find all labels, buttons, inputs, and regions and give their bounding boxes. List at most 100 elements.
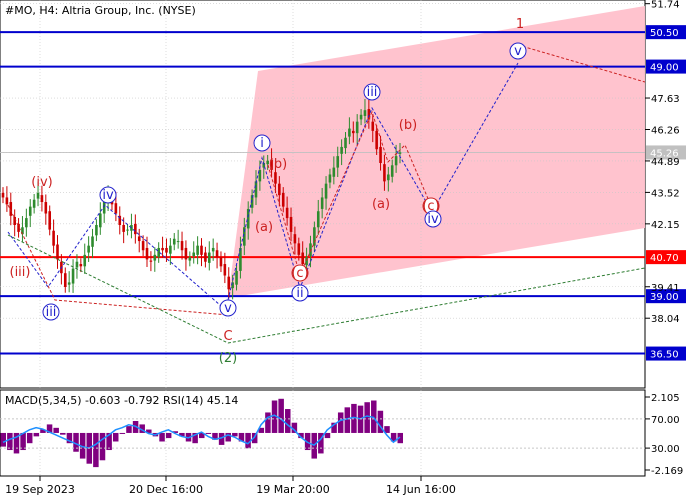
candle-body (28, 206, 32, 216)
candle-body (215, 250, 219, 258)
wave-label: (iv) (31, 175, 52, 190)
candle-body (52, 230, 55, 246)
candle-body (390, 165, 394, 177)
candle-body (355, 121, 359, 134)
chart-window: 50.50 49.00 40.70 39.00 36.50 45.26 (iv) (iii)… (0, 0, 700, 500)
wave-label: v (514, 44, 522, 59)
wave-label: (b) (399, 118, 417, 133)
level-price-label: 40.70 (650, 253, 679, 264)
candle-body (188, 257, 192, 261)
candle-body (379, 146, 382, 164)
candle-body (289, 216, 293, 232)
candle-body (145, 247, 149, 260)
macd-bar (112, 432, 119, 442)
candle-body (102, 202, 106, 214)
candle-body (141, 241, 145, 251)
candle-body (398, 152, 402, 154)
macd-bar (126, 426, 132, 433)
macd-bar (7, 432, 13, 451)
macd-bar (205, 432, 212, 434)
candle-body (184, 247, 188, 260)
macd-bar (33, 432, 40, 437)
candle-body (32, 199, 36, 208)
candle-body (328, 174, 332, 183)
wave-label: 1 (516, 17, 524, 32)
candle-body (211, 247, 215, 252)
candle-body (371, 121, 375, 131)
candle-body (254, 181, 258, 198)
wave-label: iii (46, 305, 57, 320)
wave-label: iv (427, 212, 439, 227)
macd-bar (159, 432, 165, 442)
candle-body (200, 245, 203, 255)
candle-body (363, 110, 367, 116)
wave-label: (a) (372, 197, 390, 212)
wave-label: (b) (269, 157, 287, 172)
candle-body (48, 211, 52, 230)
candle-body (44, 202, 48, 214)
y-tick-label: 38.04 (651, 314, 680, 325)
candle-body (161, 247, 164, 251)
candle-body (63, 273, 67, 287)
wave-label: i (260, 136, 264, 151)
candle-body (344, 137, 347, 149)
candle-body (297, 243, 301, 255)
macd-bar (337, 412, 344, 433)
wave-label: iii (367, 85, 378, 100)
wave-label: (iii) (10, 265, 31, 280)
wave-label: (c) (291, 266, 308, 281)
candle-body (285, 207, 289, 219)
candle-body (36, 192, 40, 199)
x-tick-label: 20 Dec 16:00 (129, 483, 203, 496)
macd-bar (344, 407, 351, 433)
candle-body (387, 174, 390, 181)
candle-body (320, 197, 324, 209)
y-tick-label: 43.52 (651, 188, 680, 199)
candle-body (324, 183, 328, 199)
chart-canvas: 50.5049.0040.7039.0036.5045.26 (iv)(iii)… (0, 0, 686, 496)
macd-bar (225, 432, 231, 442)
level-price-label: 49.00 (650, 63, 679, 74)
x-tick-label: 19 Mar 20:00 (256, 483, 329, 496)
candle-body (332, 167, 336, 177)
indicator-title: MACD(5,34,5) -0.603 -0.792 RSI(14) 45.14 (5, 394, 238, 407)
macd-bar (285, 409, 291, 433)
candle-body (134, 223, 137, 235)
macd-bar (0, 432, 6, 447)
candle-body (293, 234, 297, 244)
candle-body (71, 268, 75, 284)
macd-bar (278, 398, 284, 433)
wave-label: C (223, 329, 232, 344)
candle-body (79, 264, 83, 267)
candle-body (340, 146, 343, 154)
candle-body (122, 224, 125, 232)
candle-body (176, 241, 180, 243)
candle-body (223, 264, 227, 276)
macd-bar (324, 432, 331, 439)
candle-body (40, 195, 44, 203)
candle-body (281, 192, 285, 207)
candle-body (83, 254, 87, 267)
candle-body (87, 245, 90, 253)
y-tick-label: 51.74 (651, 0, 680, 11)
candle-body (126, 229, 129, 231)
candle-body (192, 252, 196, 256)
candle-body (9, 202, 13, 216)
macd-bar (20, 432, 26, 451)
candle-body (5, 197, 9, 205)
candle-body (196, 245, 199, 255)
level-price-label: 50.50 (650, 28, 679, 39)
candle-body (169, 245, 172, 254)
candle-body (316, 211, 320, 228)
candle-body (207, 252, 211, 263)
level-price-label: 36.50 (650, 350, 679, 361)
candle-body (394, 156, 398, 166)
macd-bar (119, 432, 126, 434)
candle-body (95, 224, 98, 236)
macd-bar (364, 402, 370, 433)
candle-body (25, 218, 28, 228)
candle-body (278, 183, 281, 196)
candle-body (137, 236, 141, 242)
candle-body (383, 164, 386, 182)
macd-bar (265, 412, 271, 433)
